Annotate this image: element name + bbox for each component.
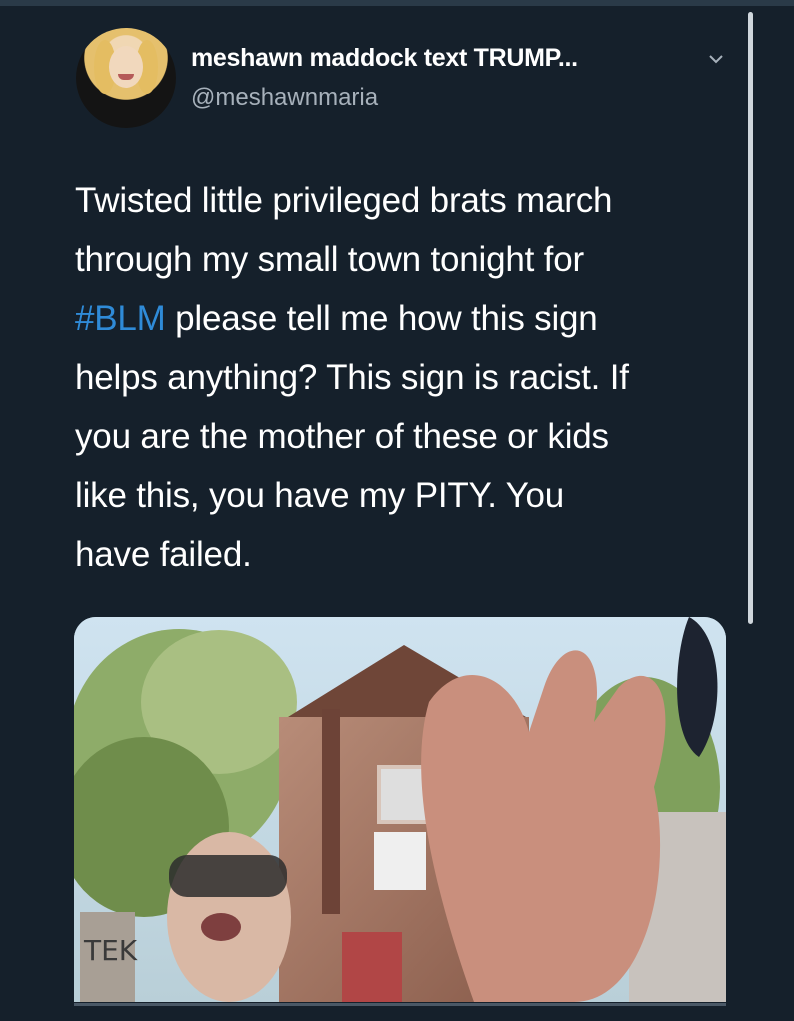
avatar-face — [109, 46, 143, 88]
chevron-down-icon[interactable] — [708, 53, 724, 65]
scrollbar[interactable] — [748, 12, 753, 624]
tweet-line-3-rest: please tell me how this sign — [165, 299, 598, 338]
tweet-line-2: through my small town tonight for — [75, 240, 584, 279]
user-handle[interactable]: @meshawnmaria — [191, 84, 378, 112]
tweet-media-image[interactable]: TEK — [74, 617, 726, 1002]
tweet-line-3: #BLM please tell me how this sign — [75, 289, 715, 348]
top-divider — [0, 0, 794, 6]
tweet-line-1: Twisted little privileged brats march — [75, 181, 613, 220]
tweet-line-7: have failed. — [75, 535, 252, 574]
display-name[interactable]: meshawn maddock text TRUMP... — [191, 44, 578, 73]
tweet-line-4: helps anything? This sign is racist. If — [75, 358, 629, 397]
tweet-line-6: like this, you have my PITY. You — [75, 476, 565, 515]
tweet-text: Twisted little privileged brats march th… — [75, 171, 715, 584]
media-bottom-border — [74, 1003, 726, 1006]
protest-sign-text: TEK — [83, 934, 138, 967]
photo-illustration: TEK — [74, 617, 726, 1002]
tweet-line-5: you are the mother of these or kids — [75, 417, 609, 456]
avatar[interactable] — [76, 28, 176, 128]
hashtag-link[interactable]: #BLM — [75, 299, 166, 338]
